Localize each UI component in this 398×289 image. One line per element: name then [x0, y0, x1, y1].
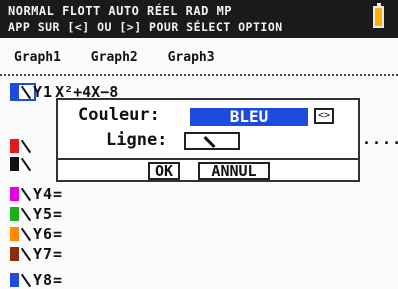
equation-row-hidden-1[interactable]: [10, 136, 33, 155]
y5-label: Y5=: [33, 204, 64, 223]
y7-row[interactable]: Y7=: [10, 244, 63, 263]
y1-label: Y1: [33, 82, 54, 101]
style-dialog: Couleur: BLEU <> Ligne: OK ANNUL: [56, 98, 360, 182]
y6-line-style-icon: [20, 227, 32, 241]
line-label: Ligne:: [106, 130, 168, 150]
ok-button[interactable]: OK: [148, 162, 180, 180]
y7-label: Y7=: [33, 244, 64, 263]
y5-line-style-icon: [20, 207, 32, 221]
y5-row[interactable]: Y5=: [10, 204, 63, 223]
y8-color-swatch: [10, 272, 19, 287]
y6-label: Y6=: [33, 224, 64, 243]
y4-color-swatch: [10, 186, 19, 201]
cancel-button[interactable]: ANNUL: [198, 162, 270, 180]
color-spinner-icon[interactable]: <>: [314, 108, 334, 124]
y7-line-style-icon: [20, 247, 32, 261]
hint-status-line: APP SUR [<] OU [>] POUR SÉLECT OPTION: [8, 20, 283, 34]
y8-row-partial[interactable]: Y8=: [10, 270, 63, 289]
tab-graph1[interactable]: Graph1: [14, 50, 61, 65]
y1-line-style-icon: [20, 85, 32, 99]
tab-divider: [0, 74, 398, 76]
y2-color-swatch: [10, 138, 19, 153]
y6-row[interactable]: Y6=: [10, 224, 63, 243]
y6-color-swatch: [10, 226, 19, 241]
graph-tabs: Graph1 Graph2 Graph3: [14, 50, 237, 65]
y5-color-swatch: [10, 206, 19, 221]
color-label: Couleur:: [78, 105, 160, 125]
y4-label: Y4=: [33, 184, 64, 203]
y2-line-style-icon: [20, 139, 32, 153]
y4-row[interactable]: Y4=: [10, 184, 63, 203]
status-bar: NORMAL FLOTT AUTO RÉEL RAD MP APP SUR [<…: [0, 0, 398, 38]
overflow-dots: ....: [362, 130, 398, 148]
y8-line-style-icon: [20, 273, 32, 287]
y1-color-swatch: [10, 84, 19, 99]
y3-line-style-icon: [20, 157, 32, 171]
equation-row-hidden-2[interactable]: [10, 154, 33, 173]
tab-graph3[interactable]: Graph3: [168, 50, 215, 65]
y4-line-style-icon: [20, 187, 32, 201]
y8-label: Y8=: [33, 270, 64, 289]
y3-color-swatch: [10, 156, 19, 171]
tab-graph2[interactable]: Graph2: [91, 50, 138, 65]
y7-color-swatch: [10, 246, 19, 261]
color-value[interactable]: BLEU: [190, 108, 308, 126]
mode-status-line: NORMAL FLOTT AUTO RÉEL RAD MP: [8, 4, 233, 18]
line-style-selector[interactable]: [184, 132, 240, 150]
dialog-divider: [58, 158, 358, 160]
battery-icon: [373, 3, 384, 28]
